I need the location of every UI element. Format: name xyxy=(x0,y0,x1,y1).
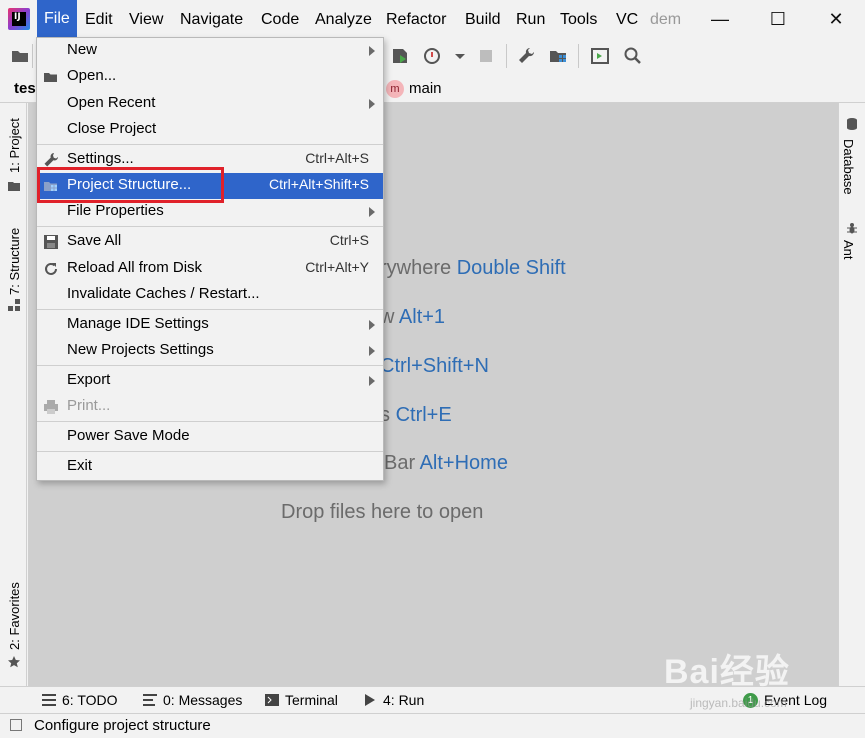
run-icon xyxy=(365,694,375,706)
menu-analyze[interactable]: Analyze xyxy=(315,7,372,33)
menu-item-new[interactable]: New xyxy=(37,38,383,64)
minimize-button[interactable]: — xyxy=(691,0,749,38)
toolbar-separator xyxy=(32,44,33,68)
coverage-icon[interactable] xyxy=(390,46,410,66)
menu-item-save-all[interactable]: Save All Ctrl+S xyxy=(37,229,383,255)
menu-item-exit[interactable]: Exit xyxy=(37,454,383,480)
folder-icon xyxy=(44,73,57,82)
hint-drop-files: Drop files here to open xyxy=(281,501,484,523)
toolbar-separator xyxy=(506,44,507,68)
tool-tab-project[interactable]: 1: Project xyxy=(7,118,22,173)
menu-separator xyxy=(37,226,383,227)
project-structure-icon[interactable] xyxy=(548,46,568,66)
folder-icon xyxy=(8,182,20,191)
menu-item-power-save-mode[interactable]: Power Save Mode xyxy=(37,424,383,450)
list-icon xyxy=(42,694,56,706)
run-anything-icon[interactable] xyxy=(590,46,610,66)
wrench-icon[interactable] xyxy=(516,46,536,66)
submenu-arrow-icon xyxy=(369,46,375,56)
menu-separator xyxy=(37,451,383,452)
menu-code[interactable]: Code xyxy=(261,7,299,33)
menu-item-open[interactable]: Open... xyxy=(37,64,383,90)
menu-item-manage-ide-settings[interactable]: Manage IDE Settings xyxy=(37,312,383,338)
menu-build[interactable]: Build xyxy=(465,7,501,33)
menu-item-print: Print... xyxy=(37,394,383,420)
open-folder-icon[interactable] xyxy=(10,46,30,66)
status-message: Configure project structure xyxy=(34,717,211,734)
menu-run[interactable]: Run xyxy=(516,7,545,33)
tool-tab-todo[interactable]: 6: TODO xyxy=(42,692,118,708)
tool-tab-structure[interactable]: 7: Structure xyxy=(7,228,22,295)
hint-project-view: w Alt+1 xyxy=(380,306,446,328)
reload-icon xyxy=(45,262,57,275)
star-icon xyxy=(8,656,20,668)
maximize-button[interactable]: ☐ xyxy=(749,0,807,38)
wrench-icon xyxy=(44,153,58,167)
tool-window-toggle-icon[interactable] xyxy=(10,719,22,731)
chevron-down-icon[interactable] xyxy=(450,46,470,66)
database-icon xyxy=(847,118,857,130)
menu-edit[interactable]: Edit xyxy=(85,7,113,33)
messages-icon xyxy=(143,694,157,706)
baidu-watermark: Bai经验 xyxy=(664,653,790,691)
red-highlight-annotation xyxy=(37,167,224,203)
menu-item-invalidate-caches[interactable]: Invalidate Caches / Restart... xyxy=(37,282,383,308)
hint-search-everywhere: rywhere Double Shift xyxy=(380,257,566,279)
hint-navigation-bar: Bar Alt+Home xyxy=(384,452,508,474)
window-project-title: dem xyxy=(650,11,682,28)
hint-recent-files: s Ctrl+E xyxy=(380,404,452,426)
hint-go-to-file: Ctrl+Shift+N xyxy=(380,355,489,377)
menu-separator xyxy=(37,421,383,422)
menu-view[interactable]: View xyxy=(129,7,163,33)
submenu-arrow-icon xyxy=(369,320,375,330)
tool-tab-database[interactable]: Database xyxy=(841,139,856,195)
tool-tab-ant[interactable]: Ant xyxy=(841,240,856,260)
menu-file[interactable]: File xyxy=(37,0,77,38)
print-icon xyxy=(44,400,58,414)
menu-vcs[interactable]: VC xyxy=(616,7,638,33)
menu-refactor[interactable]: Refactor xyxy=(386,7,446,33)
search-icon[interactable] xyxy=(623,46,643,66)
submenu-arrow-icon xyxy=(369,207,375,217)
menu-tools[interactable]: Tools xyxy=(560,7,597,33)
menu-item-close-project[interactable]: Close Project xyxy=(37,117,383,143)
tool-tab-messages[interactable]: 0: Messages xyxy=(143,692,242,708)
menu-item-open-recent[interactable]: Open Recent xyxy=(37,91,383,117)
menu-navigate[interactable]: Navigate xyxy=(180,7,243,33)
structure-icon xyxy=(8,299,20,311)
toolbar-separator xyxy=(578,44,579,68)
tool-tab-terminal[interactable]: Terminal xyxy=(265,692,338,708)
terminal-icon xyxy=(265,694,279,706)
submenu-arrow-icon xyxy=(369,376,375,386)
tool-tab-favorites[interactable]: 2: Favorites xyxy=(7,582,22,650)
close-window-button[interactable]: ✕ xyxy=(807,0,865,38)
profiler-icon[interactable] xyxy=(423,46,443,66)
breadcrumb-main[interactable]: main xyxy=(409,80,442,97)
save-icon xyxy=(44,235,58,249)
method-icon: m xyxy=(386,80,404,98)
menu-item-reload-all[interactable]: Reload All from Disk Ctrl+Alt+Y xyxy=(37,256,383,282)
menu-separator xyxy=(37,309,383,310)
menu-item-export[interactable]: Export xyxy=(37,368,383,394)
intellij-logo-icon: IJ xyxy=(8,8,30,30)
menu-separator xyxy=(37,144,383,145)
tool-tab-run[interactable]: 4: Run xyxy=(363,692,424,708)
window-controls: — ☐ ✕ xyxy=(691,0,865,38)
menu-separator xyxy=(37,365,383,366)
breadcrumb-project[interactable]: tes xyxy=(14,80,36,97)
submenu-arrow-icon xyxy=(369,99,375,109)
menu-item-new-projects-settings[interactable]: New Projects Settings xyxy=(37,338,383,364)
baidu-watermark-url: jingyan.baidu.com xyxy=(690,696,787,710)
ant-icon xyxy=(847,223,857,234)
stop-icon[interactable] xyxy=(476,46,496,66)
submenu-arrow-icon xyxy=(369,346,375,356)
